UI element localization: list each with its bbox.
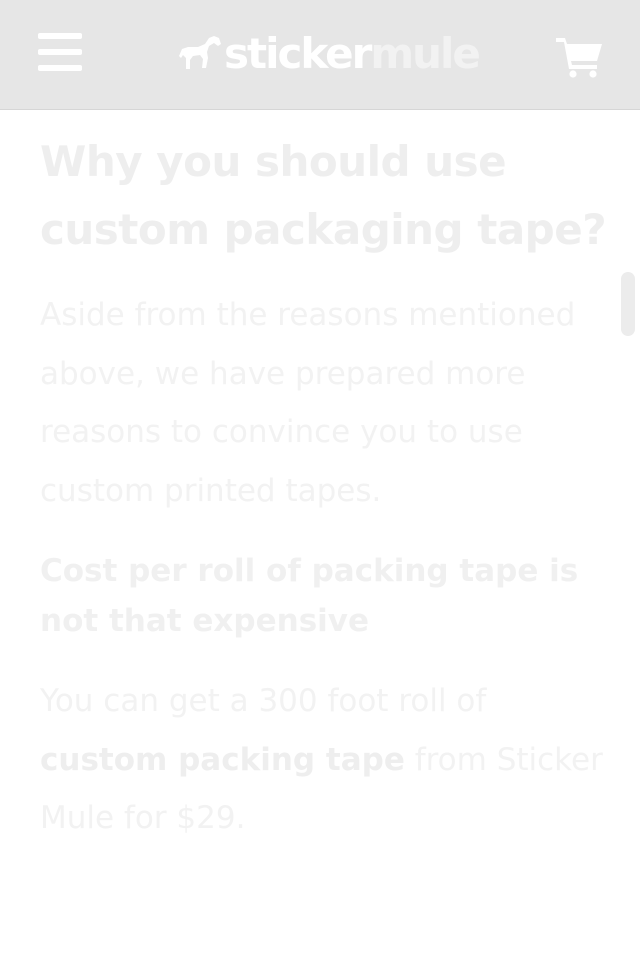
cart-glyph <box>556 38 602 78</box>
top-navigation-bar: stickermule <box>0 0 640 110</box>
horse-icon <box>179 36 221 69</box>
shopping-cart-icon[interactable] <box>556 36 604 78</box>
menu-line <box>38 49 82 55</box>
menu-line <box>38 65 82 71</box>
article-title: Why you should use custom packaging tape… <box>40 137 607 254</box>
body-paragraph: You can get a 300 foot roll of custom pa… <box>40 672 610 848</box>
section-heading: Cost per roll of packing tape is not tha… <box>40 553 579 639</box>
article-content: Why you should use custom packaging tape… <box>40 128 610 848</box>
sticker-mule-logo[interactable]: stickermule <box>178 26 481 82</box>
logo-wordmark: stickermule <box>224 33 481 75</box>
logo-word-sticker: sticker <box>224 29 372 78</box>
hamburger-menu-icon[interactable] <box>38 33 82 73</box>
menu-line <box>38 33 82 39</box>
custom-packing-tape-link[interactable]: custom packing tape <box>40 742 405 778</box>
body-text-before-link: You can get a 300 foot roll of <box>40 683 487 719</box>
logo-word-mule: mule <box>370 29 481 78</box>
scrollbar-thumb[interactable] <box>621 272 635 336</box>
intro-paragraph: Aside from the reasons mentioned above, … <box>40 297 576 509</box>
